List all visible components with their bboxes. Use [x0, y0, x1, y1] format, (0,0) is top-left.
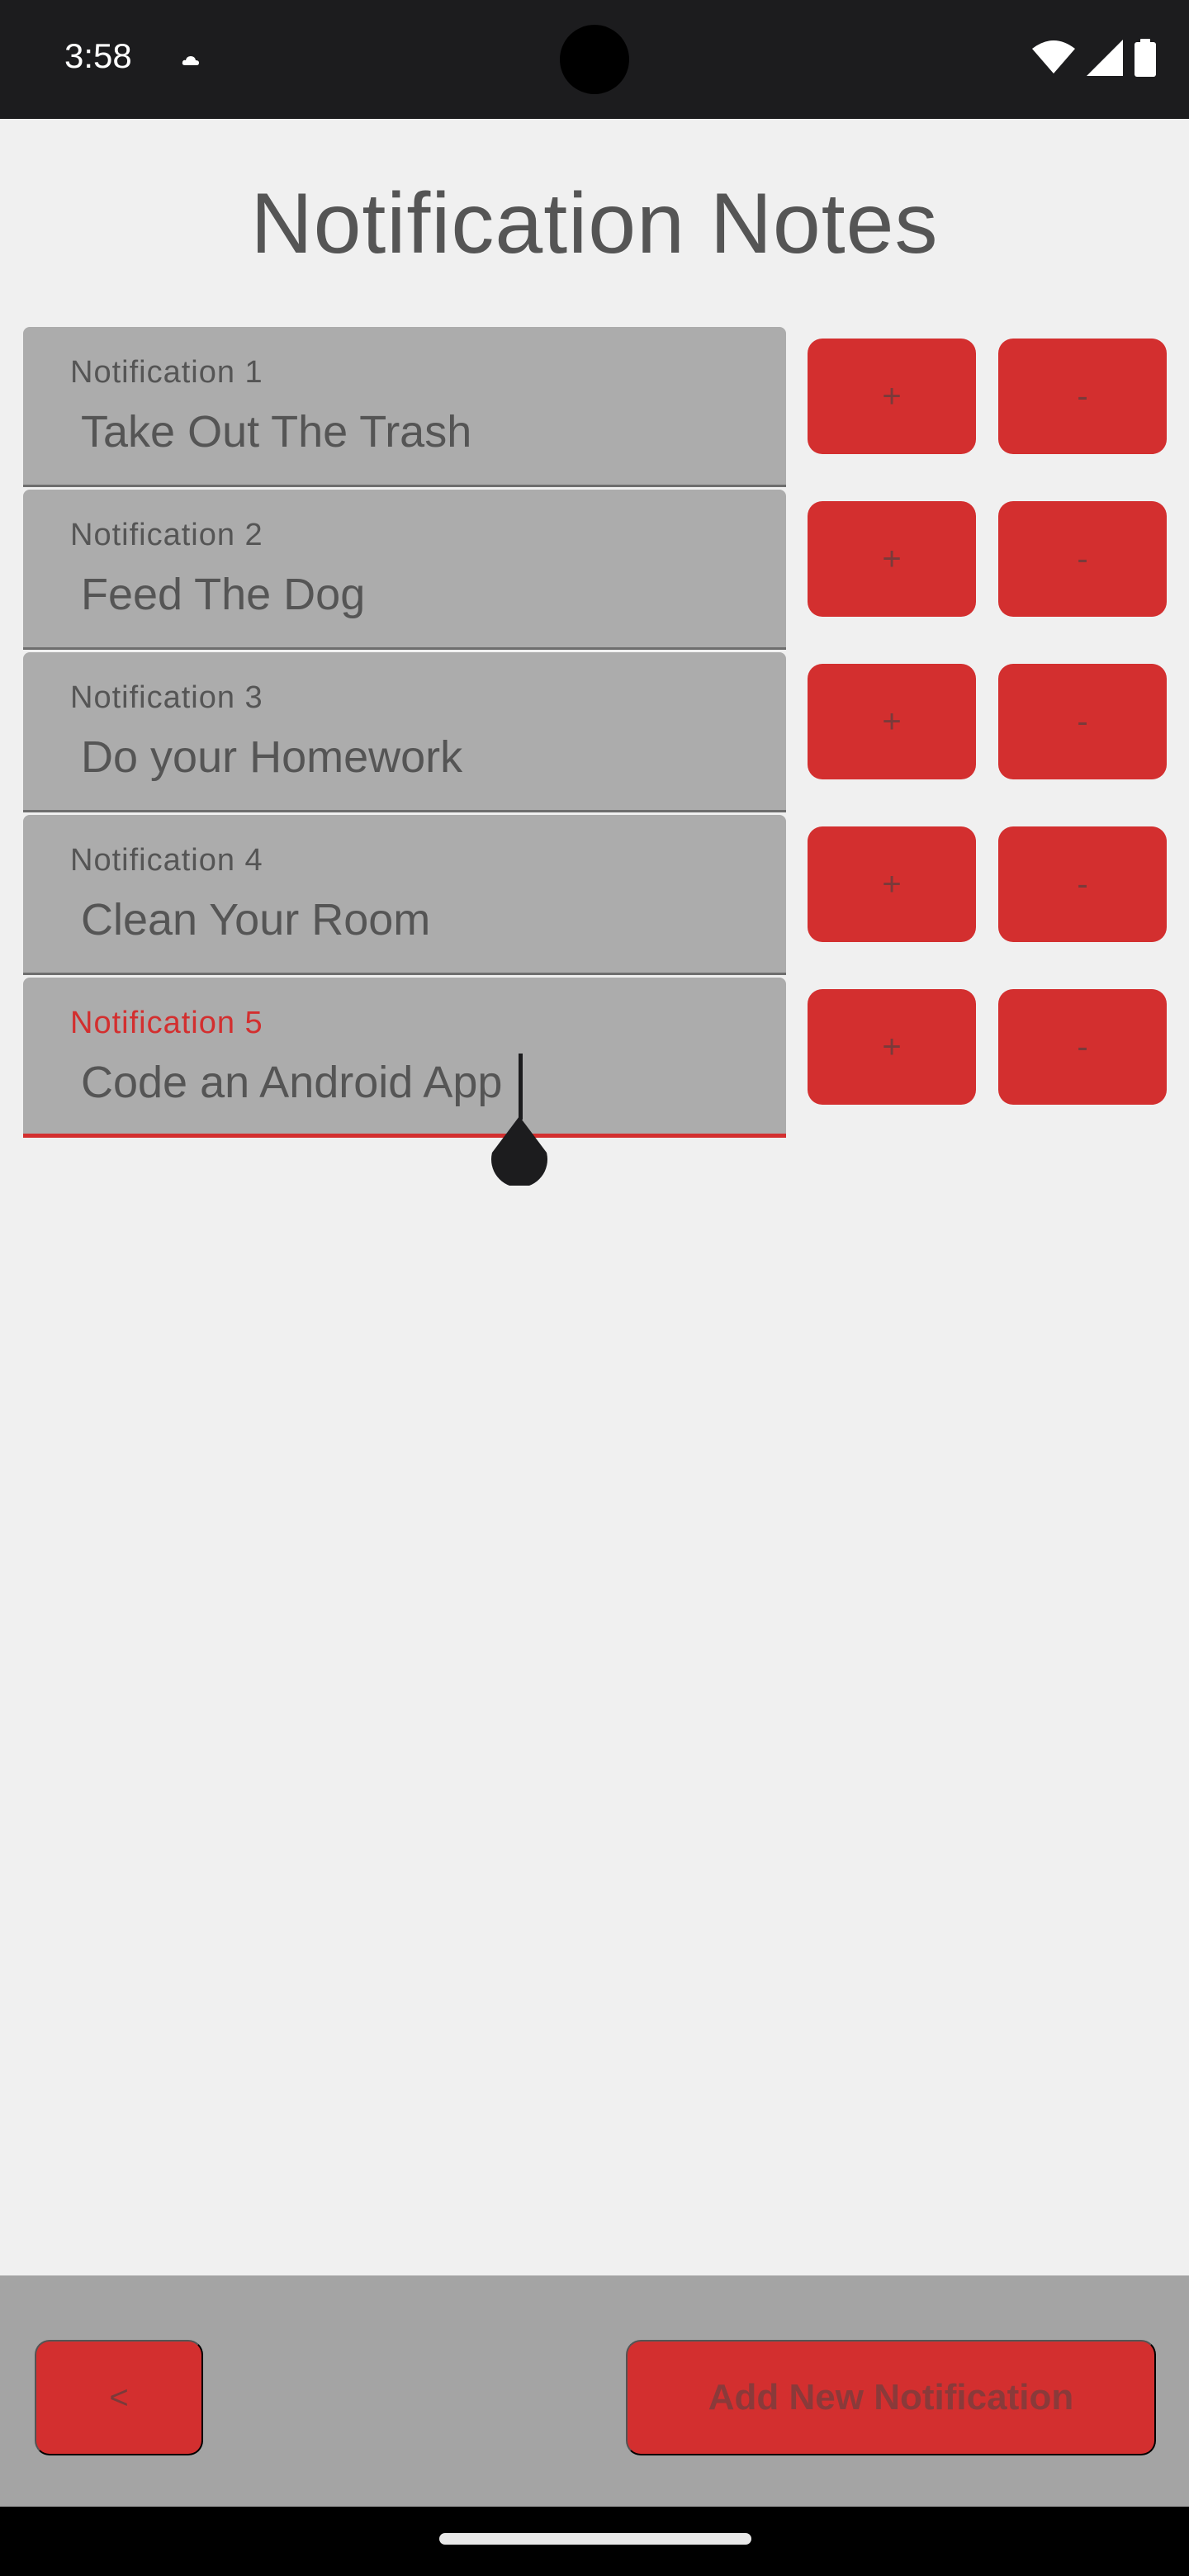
- notification-field-5[interactable]: Notification 5 Code an Android App: [23, 978, 786, 1138]
- increase-button-1[interactable]: +: [808, 339, 976, 454]
- battery-icon: [1135, 39, 1156, 77]
- cloud-icon: [182, 56, 199, 65]
- add-notification-button[interactable]: Add New Notification: [626, 2340, 1156, 2455]
- decrease-button-1[interactable]: -: [998, 339, 1167, 454]
- decrease-button-4[interactable]: -: [998, 826, 1167, 942]
- decrease-button-5[interactable]: -: [998, 989, 1167, 1105]
- notification-value[interactable]: Take Out The Trash: [81, 406, 471, 457]
- notification-field-2[interactable]: Notification 2 Feed The Dog: [23, 490, 786, 650]
- decrease-button-3[interactable]: -: [998, 664, 1167, 779]
- home-gesture-handle[interactable]: [439, 2533, 751, 2545]
- camera-cutout: [560, 25, 629, 94]
- notification-value[interactable]: Feed The Dog: [81, 569, 365, 620]
- notification-field-4[interactable]: Notification 4 Clean Your Room: [23, 815, 786, 975]
- decrease-button-2[interactable]: -: [998, 501, 1167, 617]
- notification-field-1[interactable]: Notification 1 Take Out The Trash: [23, 327, 786, 487]
- notification-value[interactable]: Code an Android App: [81, 1057, 502, 1108]
- text-cursor: [519, 1054, 523, 1120]
- notification-value[interactable]: Do your Homework: [81, 732, 462, 783]
- cell-signal-icon: [1087, 40, 1123, 76]
- increase-button-5[interactable]: +: [808, 989, 976, 1105]
- notification-field-3[interactable]: Notification 3 Do your Homework: [23, 652, 786, 812]
- increase-button-2[interactable]: +: [808, 501, 976, 617]
- notification-label: Notification 1: [70, 355, 263, 390]
- wifi-icon: [1032, 40, 1075, 73]
- notification-label: Notification 4: [70, 843, 263, 878]
- notification-value[interactable]: Clean Your Room: [81, 894, 430, 945]
- notification-label: Notification 2: [70, 518, 263, 552]
- status-bar: 3:58: [0, 0, 1189, 119]
- back-button[interactable]: <: [35, 2340, 203, 2455]
- notification-label: Notification 5: [70, 1006, 263, 1040]
- increase-button-4[interactable]: +: [808, 826, 976, 942]
- page-title: Notification Notes: [250, 176, 939, 272]
- status-icons: [1032, 36, 1156, 79]
- increase-button-3[interactable]: +: [808, 664, 976, 779]
- cursor-handle-icon[interactable]: [489, 1116, 550, 1186]
- status-time: 3:58: [64, 36, 132, 75]
- notification-label: Notification 3: [70, 680, 263, 715]
